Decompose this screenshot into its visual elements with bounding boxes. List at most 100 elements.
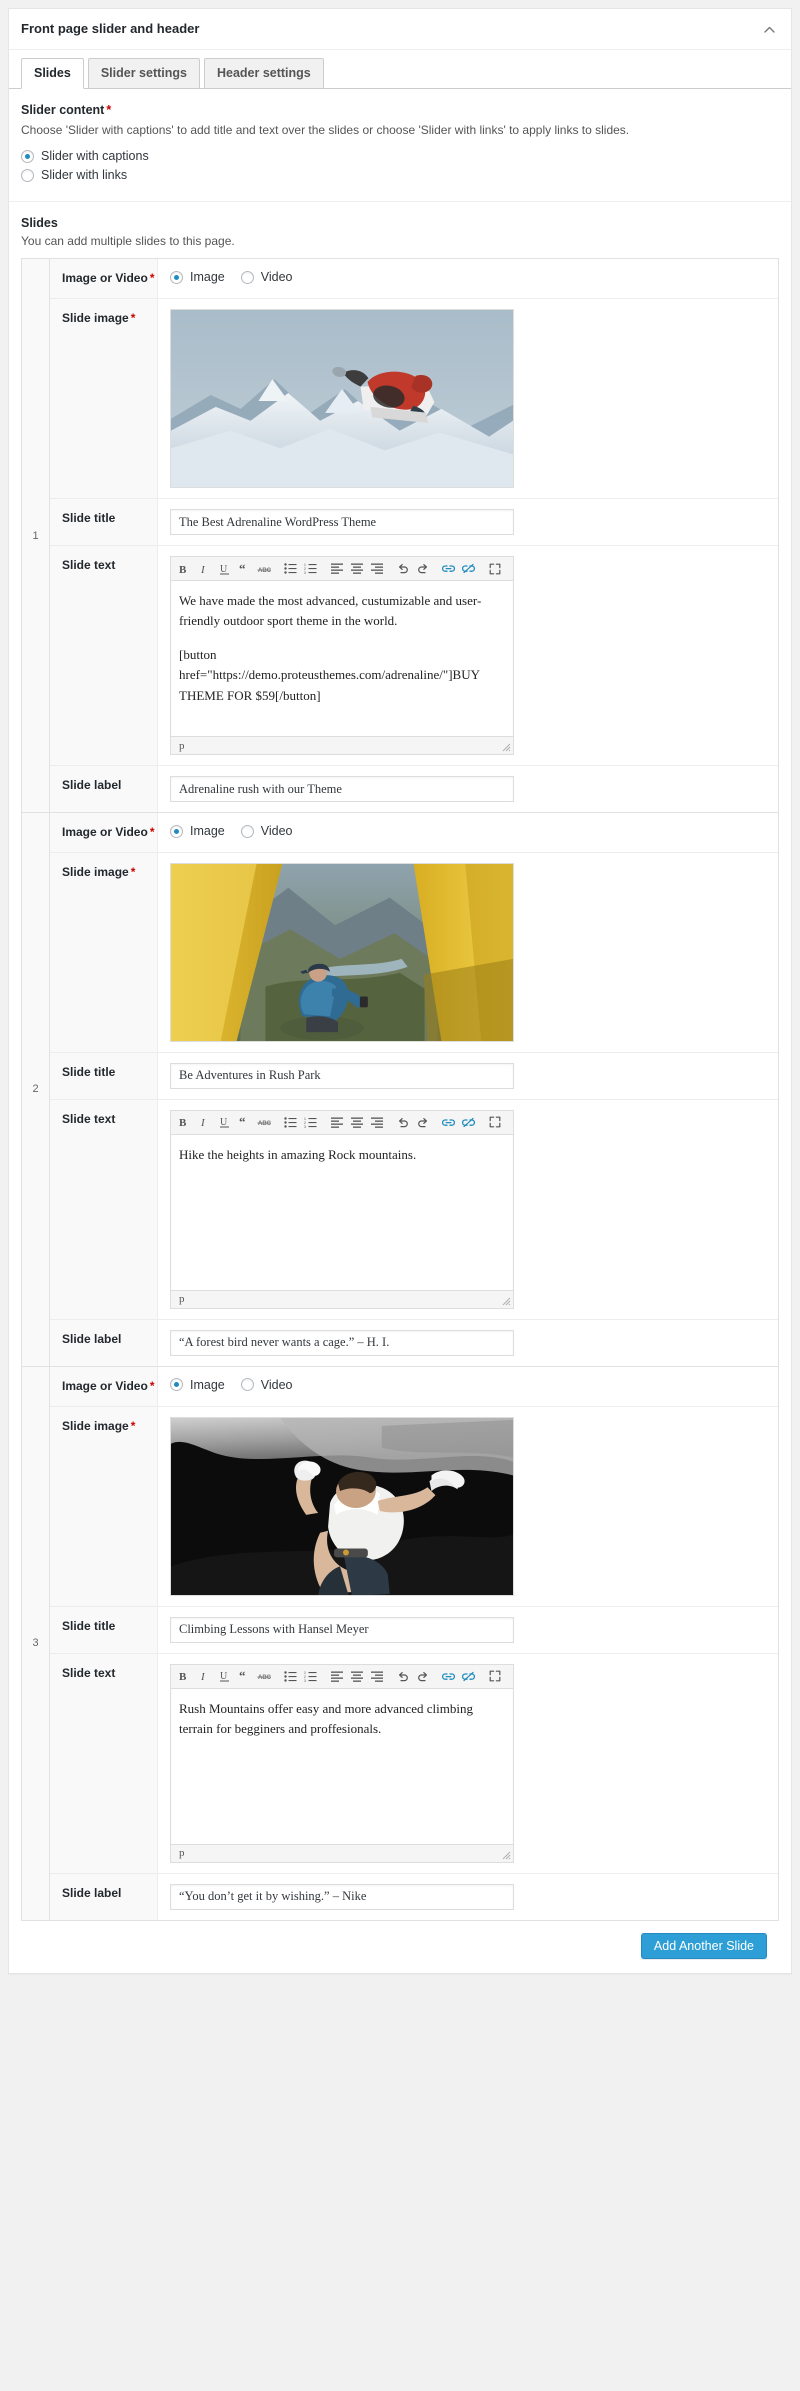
add-another-slide-button[interactable]: Add Another Slide [640,1932,767,1959]
radio-unchecked-icon[interactable] [21,168,34,182]
strikethrough-icon[interactable]: ABC [255,1667,274,1685]
bold-icon[interactable]: B [175,1667,194,1685]
italic-icon[interactable]: I [195,1113,214,1131]
blockquote-icon[interactable]: “ [235,1113,254,1131]
italic-icon[interactable]: I [195,1667,214,1685]
radio-checked-icon[interactable] [170,270,183,284]
slide-label-input[interactable]: “A forest bird never wants a cage.” – H.… [170,1329,514,1356]
editor-status-bar: p [171,1843,513,1862]
radio-unchecked-icon[interactable] [240,824,254,838]
editor-content-area[interactable]: Hike the heights in amazing Rock mountai… [171,1135,513,1290]
remove-link-icon[interactable] [459,1667,478,1685]
redo-icon[interactable] [413,560,432,578]
radio-media-image[interactable]: Image [170,824,225,838]
field-label-text: Image or Video [62,271,148,286]
slide-label-input[interactable]: “You don’t get it by wishing.” – Nike [170,1883,514,1910]
align-left-icon[interactable] [327,560,346,578]
metabox-header: Front page slider and header [9,9,791,50]
svg-text:3: 3 [304,1125,306,1128]
bulleted-list-icon[interactable] [281,1667,300,1685]
undo-icon[interactable] [393,1113,412,1131]
radio-slider-with-captions[interactable]: Slider with captions [21,149,779,163]
numbered-list-icon[interactable]: 123 [301,1113,320,1131]
bold-icon[interactable]: B [175,1113,194,1131]
radio-media-video[interactable]: Video [240,1378,293,1392]
insert-link-icon[interactable] [439,1113,458,1131]
align-center-icon[interactable] [347,1113,366,1131]
tab-slider-settings[interactable]: Slider settings [87,58,200,90]
slide-text-editor[interactable]: B I U “ ABC 123 [170,1663,514,1863]
align-right-icon[interactable] [367,1113,386,1131]
radio-media-image[interactable]: Image [170,1378,225,1392]
fullscreen-icon[interactable] [485,1113,504,1131]
field-slide-text: Slide text B I U “ ABC [50,546,778,767]
field-label: Slide image * [50,1406,158,1606]
align-center-icon[interactable] [347,560,366,578]
slide-image-preview[interactable] [170,862,514,1042]
slide-image-preview[interactable] [170,309,514,489]
blockquote-icon[interactable]: “ [235,560,254,578]
slide-row: 3 Image or Video * Image Video Slide ima… [22,1366,778,1921]
radio-media-image[interactable]: Image [170,270,225,284]
slide-text-editor[interactable]: B I U “ ABC 123 [170,1109,514,1309]
align-left-icon[interactable] [327,1667,346,1685]
editor-status-bar: p [171,736,513,755]
radio-unchecked-icon[interactable] [240,270,254,284]
undo-icon[interactable] [393,560,412,578]
blockquote-icon[interactable]: “ [235,1667,254,1685]
bulleted-list-icon[interactable] [281,560,300,578]
chevron-up-icon[interactable] [759,19,779,39]
redo-icon[interactable] [413,1113,432,1131]
align-right-icon[interactable] [367,1667,386,1685]
underline-icon[interactable]: U [215,1113,234,1131]
redo-icon[interactable] [413,1667,432,1685]
radio-unchecked-icon[interactable] [240,1378,254,1392]
field-label: Slide text [50,1099,158,1319]
tab-header-settings[interactable]: Header settings [203,58,324,90]
editor-paragraph: [button href="https://demo.proteusthemes… [179,647,480,703]
align-center-icon[interactable] [347,1667,366,1685]
slide-title-input[interactable]: Be Adventures in Rush Park [170,1062,514,1089]
fullscreen-icon[interactable] [485,1667,504,1685]
italic-icon[interactable]: I [195,560,214,578]
slide-title-input[interactable]: Climbing Lessons with Hansel Meyer [170,1616,514,1643]
underline-icon[interactable]: U [215,1667,234,1685]
bold-icon[interactable]: B [175,560,194,578]
radio-media-video[interactable]: Video [240,270,293,284]
radio-slider-with-links[interactable]: Slider with links [21,168,779,182]
radio-checked-icon[interactable] [170,1378,183,1392]
strikethrough-icon[interactable]: ABC [255,560,274,578]
strikethrough-icon[interactable]: ABC [255,1113,274,1131]
tabs-bar: Slides Slider settings Header settings [9,50,791,90]
radio-media-video[interactable]: Video [240,824,293,839]
insert-link-icon[interactable] [439,560,458,578]
fullscreen-icon[interactable] [485,560,504,578]
field-value [158,299,778,499]
radio-media-video-label: Video [260,824,293,839]
radio-checked-icon[interactable] [170,824,183,838]
editor-toolbar: B I U “ ABC 123 [171,1110,513,1135]
editor-content-area[interactable]: We have made the most advanced, custumiz… [171,581,513,736]
align-left-icon[interactable] [327,1113,346,1131]
slide-index: 3 [22,1366,50,1920]
slide-label-input[interactable]: Adrenaline rush with our Theme [170,776,514,803]
field-label: Slide label [50,1873,158,1920]
remove-link-icon[interactable] [459,560,478,578]
metabox-title: Front page slider and header [21,20,200,36]
align-right-icon[interactable] [367,560,386,578]
tab-slides[interactable]: Slides [21,58,84,90]
slide-text-editor[interactable]: B I U “ ABC 123 [170,556,514,756]
insert-link-icon[interactable] [439,1667,458,1685]
underline-icon[interactable]: U [215,560,234,578]
numbered-list-icon[interactable]: 123 [301,560,320,578]
radio-media-image-label: Image [190,270,225,285]
undo-icon[interactable] [393,1667,412,1685]
field-slide-text: Slide text B I U “ ABC [50,1099,778,1320]
slide-image-preview[interactable] [170,1416,514,1596]
slide-title-input[interactable]: The Best Adrenaline WordPress Theme [170,509,514,536]
numbered-list-icon[interactable]: 123 [301,1667,320,1685]
editor-content-area[interactable]: Rush Mountains offer easy and more advan… [171,1689,513,1844]
bulleted-list-icon[interactable] [281,1113,300,1131]
remove-link-icon[interactable] [459,1113,478,1131]
radio-checked-icon[interactable] [21,149,34,163]
